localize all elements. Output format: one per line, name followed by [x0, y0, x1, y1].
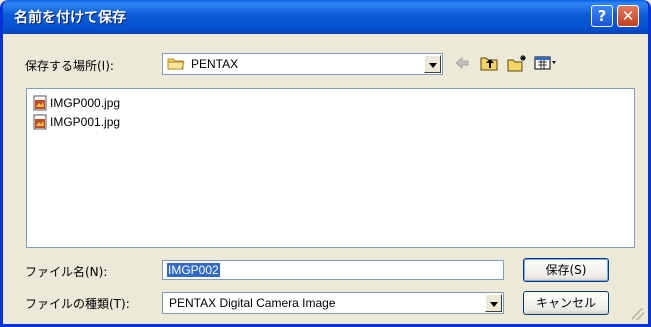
resize-grip[interactable]	[632, 308, 644, 320]
new-folder-icon[interactable]	[506, 54, 528, 72]
file-name: IMGP001.jpg	[50, 115, 121, 129]
file-name: IMGP000.jpg	[50, 96, 121, 110]
file-name-label: ファイル名(N):	[25, 265, 108, 279]
back-arrow-icon[interactable]	[453, 54, 471, 72]
view-menu-icon[interactable]	[533, 54, 559, 72]
file-type-dropdown-button[interactable]	[485, 294, 502, 312]
jpeg-file-icon	[33, 114, 47, 130]
file-type-label: ファイルの種類(T):	[25, 297, 130, 311]
cancel-button[interactable]: キャンセル	[523, 291, 609, 315]
save-location-combo[interactable]: PENTAX	[162, 53, 443, 75]
file-type-combo[interactable]: PENTAX Digital Camera Image	[162, 292, 504, 314]
file-list[interactable]: IMGP000.jpg IMGP001.jpg	[26, 88, 635, 248]
window-title: 名前を付けて保存	[14, 10, 126, 26]
folder-icon	[167, 58, 185, 70]
file-name-value: IMGP002	[167, 263, 220, 277]
file-name-input[interactable]: IMGP002	[162, 260, 504, 280]
save-location-value: PENTAX	[191, 57, 239, 71]
save-location-dropdown-button[interactable]	[424, 55, 441, 73]
up-one-level-icon[interactable]	[479, 54, 499, 72]
title-bar[interactable]: 名前を付けて保存 ? ✕	[3, 0, 648, 34]
close-button[interactable]: ✕	[617, 5, 639, 27]
help-button[interactable]: ?	[591, 5, 613, 27]
jpeg-file-icon	[33, 95, 47, 111]
save-as-dialog: 名前を付けて保存 ? ✕ 保存する場所(I): PENTAX IMGP000.j…	[0, 0, 651, 327]
save-button[interactable]: 保存(S)	[523, 258, 609, 282]
save-location-label: 保存する場所(I):	[25, 59, 114, 73]
file-type-value: PENTAX Digital Camera Image	[169, 296, 336, 310]
